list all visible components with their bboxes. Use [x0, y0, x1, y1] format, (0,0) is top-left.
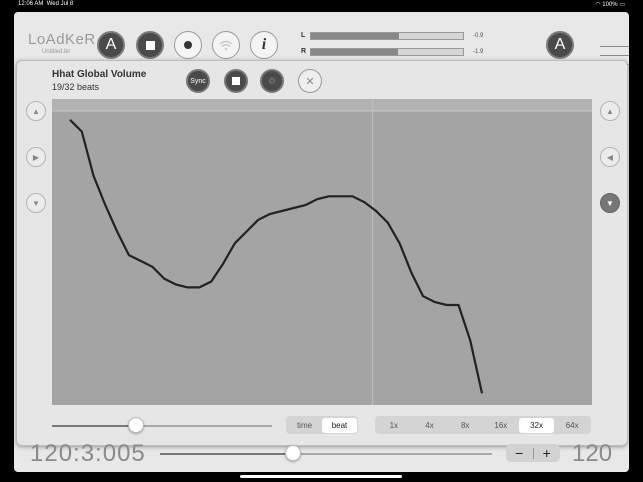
transport-slider[interactable]	[160, 453, 492, 455]
a-button[interactable]: A	[97, 31, 125, 59]
zoom-segmented: 1x 4x 8x 16x 32x 64x	[375, 416, 591, 434]
right-a-button-label: A	[554, 36, 566, 53]
automation-chart	[52, 99, 592, 405]
recycle-icon: ♲	[267, 75, 277, 86]
tempo-plus-button[interactable]: +	[534, 445, 561, 461]
wifi-button[interactable]	[212, 31, 240, 59]
menu-line	[600, 55, 629, 56]
right-left-button[interactable]: ◀	[600, 147, 620, 167]
wifi-status-icon: ◠	[595, 2, 601, 8]
meter-left-label: L	[301, 32, 306, 39]
meter-left-fill	[311, 33, 400, 39]
up-arrow-icon: ▲	[606, 106, 614, 116]
panel-title: Hhat Global Volume	[52, 69, 147, 80]
right-down-button[interactable]: ▼	[600, 193, 620, 213]
left-arrow-icon: ◀	[606, 152, 614, 162]
automation-curve[interactable]	[69, 119, 484, 394]
stop-button[interactable]	[136, 31, 164, 59]
record-button[interactable]	[174, 31, 202, 59]
down-arrow-icon: ▼	[606, 198, 614, 208]
tempo-readout: 120	[572, 440, 613, 467]
panel-stop-button[interactable]	[224, 69, 248, 93]
tempo-stepper: − +	[506, 444, 560, 462]
menu-line	[600, 46, 629, 47]
a-button-label: A	[105, 36, 117, 53]
zoom-option[interactable]: 32x	[518, 417, 555, 433]
meter-left-db: -0.9	[473, 33, 484, 39]
automation-plot[interactable]	[52, 99, 592, 405]
mode-option[interactable]: beat	[322, 417, 357, 433]
close-icon: ✕	[305, 75, 315, 88]
info-icon: i	[261, 36, 267, 53]
left-play-button[interactable]: ▶	[26, 147, 46, 167]
mode-option[interactable]: time	[287, 418, 322, 433]
sync-button-label: Sync	[190, 77, 206, 85]
zoom-option[interactable]: 1x	[376, 418, 412, 433]
zoom-option[interactable]: 64x	[554, 418, 590, 433]
meter-right-db: -1.9	[473, 49, 484, 55]
plot-top-band	[52, 99, 592, 111]
right-a-button[interactable]: A	[546, 31, 574, 59]
sync-button[interactable]: Sync	[186, 69, 210, 93]
battery-icon: ▭	[619, 2, 625, 8]
info-button[interactable]: i	[250, 31, 278, 59]
position-readout: 120:3:005	[30, 440, 146, 467]
status-bar: 12:06 AM Wed Jul 8 ◠ 100% ▭	[0, 0, 643, 10]
zoom-option[interactable]: 8x	[447, 418, 483, 433]
close-button[interactable]: ✕	[298, 69, 322, 93]
up-arrow-icon: ▲	[32, 106, 40, 116]
tempo-minus-button[interactable]: −	[506, 445, 533, 461]
stop-icon	[145, 40, 155, 50]
zoom-option[interactable]: 16x	[483, 418, 519, 433]
app-logo: LoAdKeR	[28, 31, 96, 48]
record-icon	[184, 41, 192, 49]
transport-slider-fill	[160, 453, 293, 455]
automation-panel: Hhat Global Volume 19/32 beats Sync ♲ ✕ …	[16, 60, 628, 446]
stop-icon	[232, 77, 240, 85]
recycle-button[interactable]: ♲	[260, 69, 284, 93]
panel-subtitle: 19/32 beats	[52, 82, 100, 92]
left-up-button[interactable]: ▲	[26, 101, 46, 121]
panel-slider-fill	[52, 425, 136, 427]
right-up-button[interactable]: ▲	[600, 101, 620, 121]
transport-slider-knob[interactable]	[284, 445, 301, 461]
meter-right-label: R	[301, 48, 307, 55]
status-right: ◠ 100% ▭	[595, 1, 625, 8]
panel-slider[interactable]	[52, 425, 272, 427]
left-down-button[interactable]: ▼	[26, 193, 46, 213]
zoom-option[interactable]: 4x	[412, 418, 448, 433]
battery-percent: 100%	[602, 2, 618, 8]
play-arrow-icon: ▶	[32, 152, 40, 162]
mode-segmented: time beat	[286, 416, 358, 434]
meter-left	[310, 32, 464, 40]
meter-right-fill	[311, 49, 398, 55]
wifi-icon	[219, 40, 233, 50]
panel-slider-knob[interactable]	[127, 417, 144, 433]
home-indicator	[240, 475, 402, 478]
meter-right	[310, 48, 464, 56]
file-name: Untitled.lkr	[42, 49, 71, 55]
down-arrow-icon: ▼	[32, 198, 40, 208]
status-time: 12:06 AM Wed Jul 8	[18, 1, 74, 7]
